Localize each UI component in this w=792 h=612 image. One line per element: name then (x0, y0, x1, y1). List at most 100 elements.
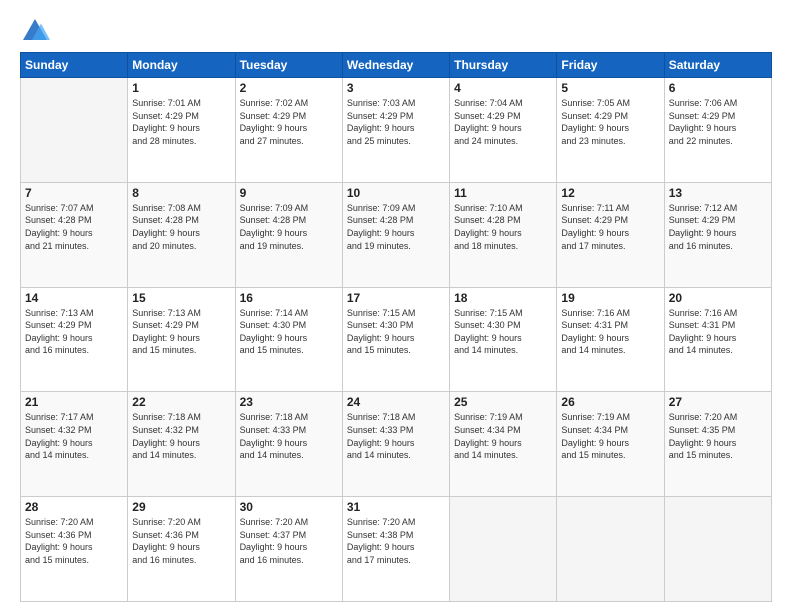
day-info: Sunrise: 7:01 AM Sunset: 4:29 PM Dayligh… (132, 97, 230, 147)
table-row: 21 Sunrise: 7:17 AM Sunset: 4:32 PM Dayli… (21, 392, 128, 497)
weekday-header-row: SundayMondayTuesdayWednesdayThursdayFrid… (21, 53, 772, 78)
day-number: 23 (240, 395, 338, 409)
day-info: Sunrise: 7:18 AM Sunset: 4:32 PM Dayligh… (132, 411, 230, 461)
table-row: 2 Sunrise: 7:02 AM Sunset: 4:29 PM Daylig… (235, 78, 342, 183)
day-info: Sunrise: 7:16 AM Sunset: 4:31 PM Dayligh… (561, 307, 659, 357)
calendar-week-3: 21 Sunrise: 7:17 AM Sunset: 4:32 PM Dayli… (21, 392, 772, 497)
day-info: Sunrise: 7:20 AM Sunset: 4:37 PM Dayligh… (240, 516, 338, 566)
day-info: Sunrise: 7:05 AM Sunset: 4:29 PM Dayligh… (561, 97, 659, 147)
table-row: 7 Sunrise: 7:07 AM Sunset: 4:28 PM Daylig… (21, 182, 128, 287)
table-row: 20 Sunrise: 7:16 AM Sunset: 4:31 PM Dayli… (664, 287, 771, 392)
table-row: 26Sunrise: 7:19 AM Sunset: 4:34 PM Dayli… (557, 392, 664, 497)
day-info: Sunrise: 7:09 AM Sunset: 4:28 PM Dayligh… (240, 202, 338, 252)
table-row: 28Sunrise: 7:20 AM Sunset: 4:36 PM Dayli… (21, 497, 128, 602)
table-row: 27 Sunrise: 7:20 AM Sunset: 4:35 PM Dayli… (664, 392, 771, 497)
table-row (450, 497, 557, 602)
day-info: Sunrise: 7:16 AM Sunset: 4:31 PM Dayligh… (669, 307, 767, 357)
day-info: Sunrise: 7:18 AM Sunset: 4:33 PM Dayligh… (347, 411, 445, 461)
day-info: Sunrise: 7:15 AM Sunset: 4:30 PM Dayligh… (347, 307, 445, 357)
table-row: 22 Sunrise: 7:18 AM Sunset: 4:32 PM Dayli… (128, 392, 235, 497)
day-info: Sunrise: 7:13 AM Sunset: 4:29 PM Dayligh… (25, 307, 123, 357)
calendar-week-4: 28 Sunrise: 7:20 AM Sunset: 4:36 PM Dayli… (21, 497, 772, 602)
weekday-tuesday: Tuesday (235, 53, 342, 78)
day-info: Sunrise: 7:12 AM Sunset: 4:29 PM Dayligh… (669, 202, 767, 252)
table-row: 24 Sunrise: 7:18 AM Sunset: 4:33 PM Dayli… (342, 392, 449, 497)
table-row: 4 Sunrise: 7:04 AM Sunset: 4:29 PM Daylig… (450, 78, 557, 183)
calendar-table: SundayMondayTuesdayWednesdayThursdayFrid… (20, 52, 772, 602)
day-info: Sunrise: 7:03 AM Sunset: 4:29 PM Dayligh… (347, 97, 445, 147)
day-number: 3 (347, 81, 445, 95)
table-row: 31 Sunrise: 7:20 AM Sunset: 4:38 PM Dayli… (342, 497, 449, 602)
day-number: 1 (132, 81, 230, 95)
table-row: 12Sunrise: 7:11 AM Sunset: 4:29 PM Dayli… (557, 182, 664, 287)
day-number: 10 (347, 186, 445, 200)
day-info: Sunrise: 7:04 AM Sunset: 4:29 PM Dayligh… (454, 97, 552, 147)
day-info: Sunrise: 7:09 AM Sunset: 4:28 PM Dayligh… (347, 202, 445, 252)
day-number: 28 (25, 500, 123, 514)
day-info: Sunrise: 7:19 AM Sunset: 4:34 PM Dayligh… (561, 411, 659, 461)
logo-icon (20, 16, 50, 46)
calendar-week-0: 1 Sunrise: 7:01 AM Sunset: 4:29 PM Daylig… (21, 78, 772, 183)
table-row: 6Sunrise: 7:06 AM Sunset: 4:29 PM Daylig… (664, 78, 771, 183)
day-number: 15 (132, 291, 230, 305)
day-info: Sunrise: 7:02 AM Sunset: 4:29 PM Dayligh… (240, 97, 338, 147)
day-number: 17 (347, 291, 445, 305)
day-number: 5 (561, 81, 659, 95)
table-row: 19Sunrise: 7:16 AM Sunset: 4:31 PM Dayli… (557, 287, 664, 392)
table-row: 10 Sunrise: 7:09 AM Sunset: 4:28 PM Dayli… (342, 182, 449, 287)
day-number: 2 (240, 81, 338, 95)
day-number: 16 (240, 291, 338, 305)
day-info: Sunrise: 7:20 AM Sunset: 4:38 PM Dayligh… (347, 516, 445, 566)
calendar-week-1: 7 Sunrise: 7:07 AM Sunset: 4:28 PM Daylig… (21, 182, 772, 287)
weekday-sunday: Sunday (21, 53, 128, 78)
table-row: 25Sunrise: 7:19 AM Sunset: 4:34 PM Dayli… (450, 392, 557, 497)
day-number: 30 (240, 500, 338, 514)
table-row: 11Sunrise: 7:10 AM Sunset: 4:28 PM Dayli… (450, 182, 557, 287)
weekday-friday: Friday (557, 53, 664, 78)
day-info: Sunrise: 7:13 AM Sunset: 4:29 PM Dayligh… (132, 307, 230, 357)
table-row: 14 Sunrise: 7:13 AM Sunset: 4:29 PM Dayli… (21, 287, 128, 392)
day-number: 13 (669, 186, 767, 200)
table-row: 1 Sunrise: 7:01 AM Sunset: 4:29 PM Daylig… (128, 78, 235, 183)
day-info: Sunrise: 7:11 AM Sunset: 4:29 PM Dayligh… (561, 202, 659, 252)
day-number: 7 (25, 186, 123, 200)
table-row: 9 Sunrise: 7:09 AM Sunset: 4:28 PM Daylig… (235, 182, 342, 287)
day-number: 14 (25, 291, 123, 305)
day-info: Sunrise: 7:20 AM Sunset: 4:35 PM Dayligh… (669, 411, 767, 461)
day-info: Sunrise: 7:18 AM Sunset: 4:33 PM Dayligh… (240, 411, 338, 461)
table-row: 8 Sunrise: 7:08 AM Sunset: 4:28 PM Daylig… (128, 182, 235, 287)
table-row: 5 Sunrise: 7:05 AM Sunset: 4:29 PM Daylig… (557, 78, 664, 183)
logo (20, 16, 54, 46)
weekday-monday: Monday (128, 53, 235, 78)
day-number: 9 (240, 186, 338, 200)
table-row (21, 78, 128, 183)
day-info: Sunrise: 7:17 AM Sunset: 4:32 PM Dayligh… (25, 411, 123, 461)
day-number: 21 (25, 395, 123, 409)
day-info: Sunrise: 7:06 AM Sunset: 4:29 PM Dayligh… (669, 97, 767, 147)
day-number: 20 (669, 291, 767, 305)
day-number: 11 (454, 186, 552, 200)
table-row: 17 Sunrise: 7:15 AM Sunset: 4:30 PM Dayli… (342, 287, 449, 392)
day-number: 18 (454, 291, 552, 305)
table-row: 3 Sunrise: 7:03 AM Sunset: 4:29 PM Daylig… (342, 78, 449, 183)
table-row: 13 Sunrise: 7:12 AM Sunset: 4:29 PM Dayli… (664, 182, 771, 287)
day-info: Sunrise: 7:15 AM Sunset: 4:30 PM Dayligh… (454, 307, 552, 357)
day-number: 27 (669, 395, 767, 409)
day-number: 8 (132, 186, 230, 200)
day-info: Sunrise: 7:08 AM Sunset: 4:28 PM Dayligh… (132, 202, 230, 252)
day-info: Sunrise: 7:14 AM Sunset: 4:30 PM Dayligh… (240, 307, 338, 357)
day-info: Sunrise: 7:19 AM Sunset: 4:34 PM Dayligh… (454, 411, 552, 461)
table-row (664, 497, 771, 602)
day-number: 24 (347, 395, 445, 409)
day-number: 31 (347, 500, 445, 514)
table-row: 18 Sunrise: 7:15 AM Sunset: 4:30 PM Dayli… (450, 287, 557, 392)
weekday-saturday: Saturday (664, 53, 771, 78)
day-number: 22 (132, 395, 230, 409)
day-info: Sunrise: 7:20 AM Sunset: 4:36 PM Dayligh… (132, 516, 230, 566)
weekday-thursday: Thursday (450, 53, 557, 78)
day-info: Sunrise: 7:07 AM Sunset: 4:28 PM Dayligh… (25, 202, 123, 252)
day-number: 4 (454, 81, 552, 95)
table-row: 16 Sunrise: 7:14 AM Sunset: 4:30 PM Dayli… (235, 287, 342, 392)
table-row: 29Sunrise: 7:20 AM Sunset: 4:36 PM Dayli… (128, 497, 235, 602)
calendar-week-2: 14 Sunrise: 7:13 AM Sunset: 4:29 PM Dayli… (21, 287, 772, 392)
